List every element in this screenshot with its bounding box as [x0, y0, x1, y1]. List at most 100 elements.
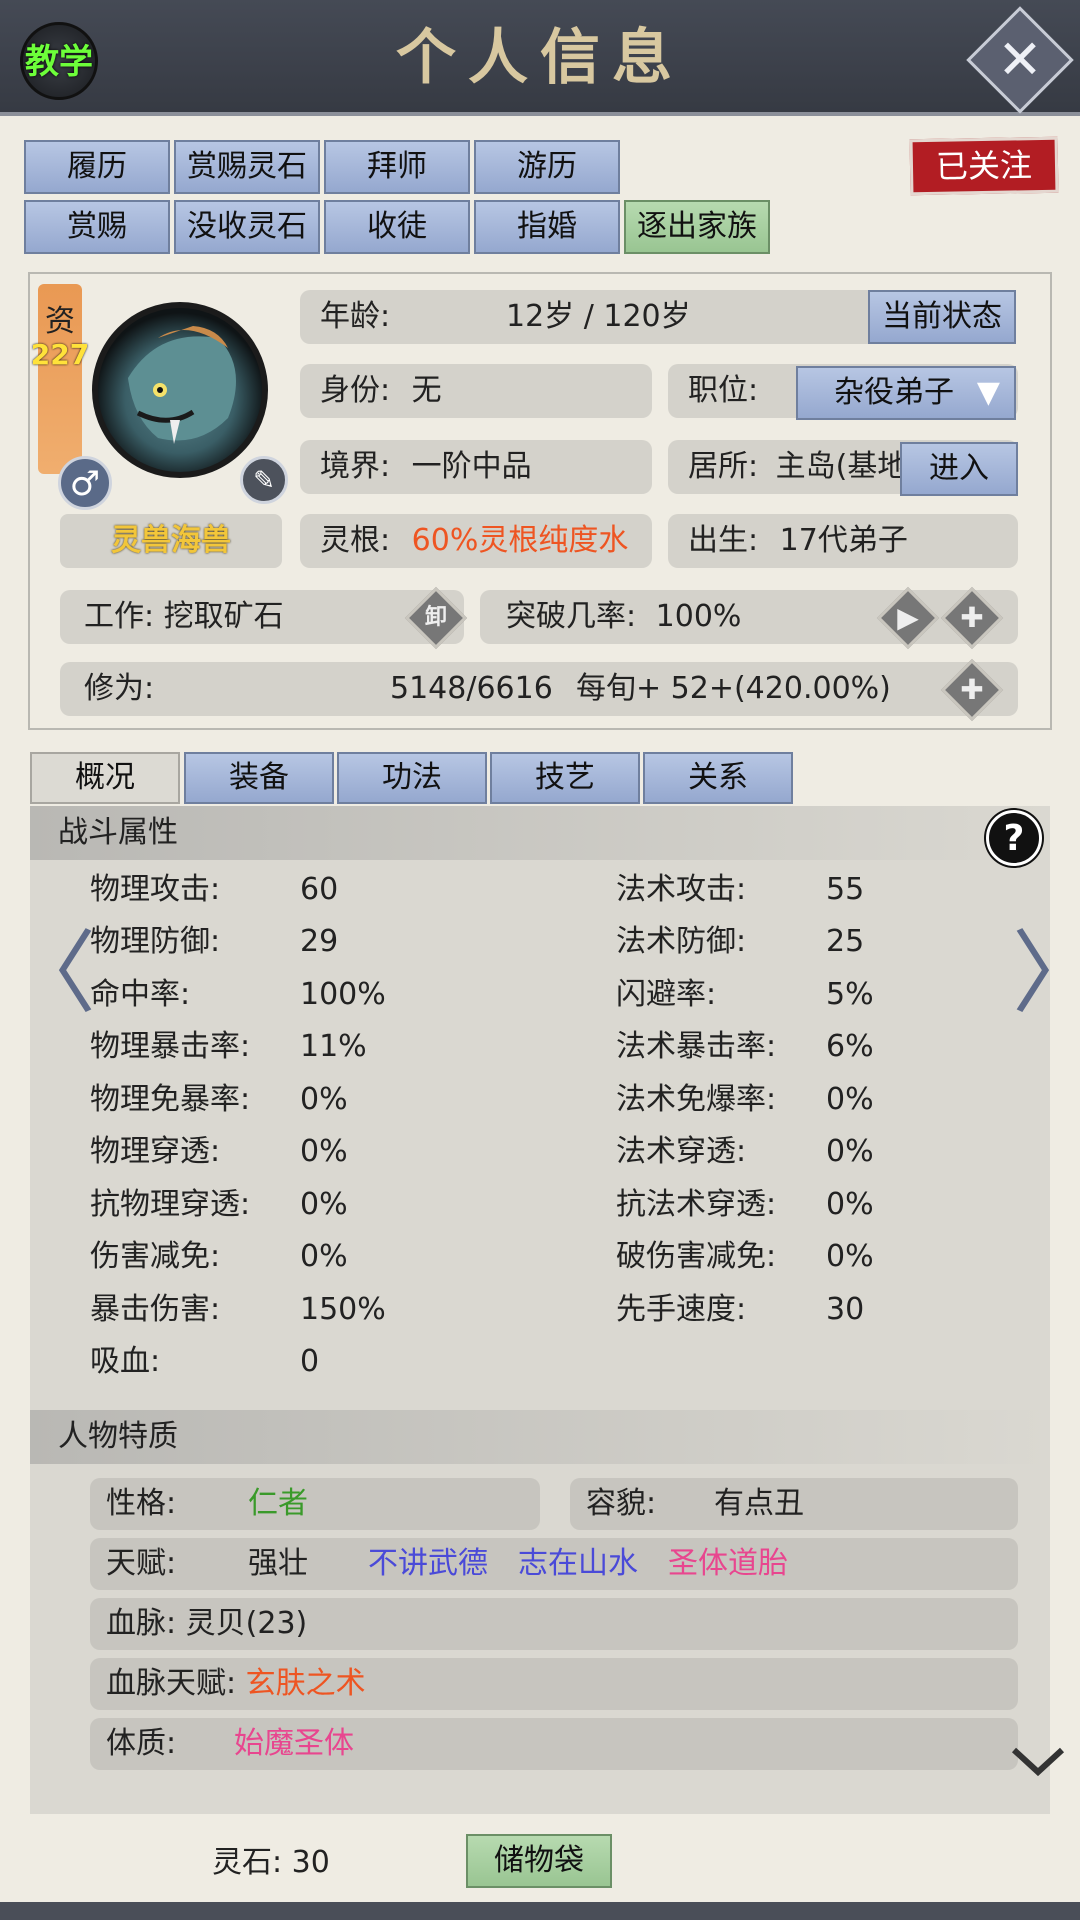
stat-value: 0%: [300, 1187, 348, 1222]
constitution-label: 体质:: [106, 1726, 177, 1761]
personality-value: 仁者: [248, 1486, 308, 1521]
spirit-root-field: 灵根: 60%灵根纯度水: [300, 514, 652, 568]
identity-field: 身份: 无: [300, 364, 652, 418]
identity-label: 身份:: [320, 373, 391, 408]
cultivation-label: 修为:: [84, 671, 155, 706]
enter-button[interactable]: 进入: [900, 442, 1018, 496]
marriage-button[interactable]: 指婚: [474, 200, 620, 254]
help-icon[interactable]: ?: [986, 810, 1042, 866]
stat-label: 命中率:: [90, 977, 191, 1012]
stat-value: 55: [826, 872, 865, 907]
spirit-root-value: 60%灵根纯度水: [411, 523, 629, 558]
combat-section-title: 战斗属性: [30, 806, 1050, 860]
stat-label: 抗物理穿透:: [90, 1187, 251, 1222]
reward-button[interactable]: 赏赐: [24, 200, 170, 254]
age-label: 年龄:: [320, 299, 391, 334]
residence-label: 居所:: [688, 449, 759, 484]
realm-field: 境界: 一阶中品: [300, 440, 652, 494]
confiscate-stones-button[interactable]: 没收灵石: [174, 200, 320, 254]
reward-stones-button[interactable]: 赏赐灵石: [174, 140, 320, 194]
stat-value: 5%: [826, 977, 874, 1012]
birth-label: 出生:: [688, 523, 759, 558]
stat-label: 物理暴击率:: [90, 1029, 251, 1064]
tab-techniques[interactable]: 功法: [337, 752, 487, 804]
talent-item: 强壮: [248, 1546, 308, 1581]
realm-value: 一阶中品: [411, 449, 532, 484]
tab-equipment[interactable]: 装备: [184, 752, 334, 804]
residence-value: 主岛(基地: [775, 449, 908, 484]
stat-value: 29: [300, 924, 339, 959]
work-field: 工作: 挖取矿石: [60, 590, 464, 644]
aptitude-label: 资: [45, 304, 75, 339]
stat-label: 物理穿透:: [90, 1134, 221, 1169]
stat-value: 30: [826, 1292, 865, 1327]
stat-label: 法术穿透:: [616, 1134, 747, 1169]
storage-bag-button[interactable]: 储物袋: [466, 1834, 612, 1888]
stat-value: 0%: [300, 1239, 348, 1274]
stat-label: 物理攻击:: [90, 872, 221, 907]
bloodline-talent-value: 玄肤之术: [245, 1666, 366, 1701]
stat-value: 100%: [300, 977, 386, 1012]
tab-relations[interactable]: 关系: [643, 752, 793, 804]
work-value: 挖取矿石: [163, 599, 284, 634]
breakthrough-label: 突破几率:: [506, 599, 637, 634]
take-disciple-button[interactable]: 收徒: [324, 200, 470, 254]
bloodline-talent-row: 血脉天赋: 玄肤之术: [90, 1658, 1018, 1710]
dropdown-arrow-icon: ▼: [976, 375, 1000, 410]
stat-value: 0%: [826, 1239, 874, 1274]
apprentice-button[interactable]: 拜师: [324, 140, 470, 194]
plus-icon: ✚: [960, 601, 984, 634]
bloodline-talent-label: 血脉天赋:: [106, 1666, 237, 1701]
stat-value: 0: [300, 1344, 320, 1379]
prev-arrow-icon[interactable]: 〈: [6, 900, 96, 1030]
appearance-value: 有点丑: [714, 1486, 804, 1521]
identity-value: 无: [411, 373, 442, 408]
stat-label: 吸血:: [90, 1344, 161, 1379]
position-select[interactable]: 杂役弟子 ▼: [796, 366, 1016, 420]
work-label: 工作:: [84, 599, 155, 634]
tab-overview[interactable]: 概况: [30, 752, 180, 804]
scroll-down-icon[interactable]: [1010, 1742, 1066, 1788]
unload-button-label: 卸: [424, 605, 447, 630]
tab-skills[interactable]: 技艺: [490, 752, 640, 804]
position-value: 杂役弟子: [834, 375, 954, 410]
aptitude-value: 227: [30, 338, 90, 371]
followed-badge[interactable]: 已关注: [909, 136, 1059, 196]
male-icon[interactable]: ♂: [58, 456, 112, 510]
fish-beast-portrait-icon: [128, 326, 236, 444]
edit-brush-icon[interactable]: ✎: [240, 456, 288, 504]
play-icon: ▶: [897, 601, 919, 634]
stat-value: 0%: [300, 1082, 348, 1117]
position-label: 职位:: [688, 373, 759, 408]
expel-button[interactable]: 逐出家族: [624, 200, 770, 254]
personality-row: 性格: 仁者: [90, 1478, 540, 1530]
spirit-stone-label: 灵石:: [212, 1845, 283, 1880]
stat-label: 暴击伤害:: [90, 1292, 221, 1327]
spirit-root-label: 灵根:: [320, 523, 391, 558]
stat-label: 物理防御:: [90, 924, 221, 959]
close-icon: ✕: [997, 28, 1043, 91]
bloodline-row: 血脉: 灵贝(23): [90, 1598, 1018, 1650]
current-state-button[interactable]: 当前状态: [868, 290, 1016, 344]
stat-value: 0%: [300, 1134, 348, 1169]
stat-label: 物理免暴率:: [90, 1082, 251, 1117]
talent-item: 志在山水: [518, 1546, 638, 1581]
bloodline-label: 血脉:: [106, 1606, 177, 1641]
stat-value: 0%: [826, 1134, 874, 1169]
stat-value: 25: [826, 924, 865, 959]
travel-button[interactable]: 游历: [474, 140, 620, 194]
birth-value: 17代弟子: [779, 523, 908, 558]
page-title: 个人信息: [396, 23, 684, 93]
stat-label: 伤害减免:: [90, 1239, 221, 1274]
constitution-value: 始魔圣体: [234, 1726, 354, 1761]
stat-label: 破伤害减免:: [616, 1239, 777, 1274]
tutorial-button[interactable]: 教学: [20, 22, 98, 100]
stat-label: 先手速度:: [616, 1292, 747, 1327]
stat-value: 11%: [300, 1029, 367, 1064]
spirit-stone-value: 30: [291, 1845, 330, 1880]
avatar: [92, 302, 268, 478]
cultivation-value: 5148/6616: [390, 671, 553, 706]
history-button[interactable]: 履历: [24, 140, 170, 194]
next-arrow-icon[interactable]: 〉: [1012, 900, 1080, 1030]
talent-row: 天赋: 强壮 不讲武德 志在山水 圣体道胎: [90, 1538, 1018, 1590]
